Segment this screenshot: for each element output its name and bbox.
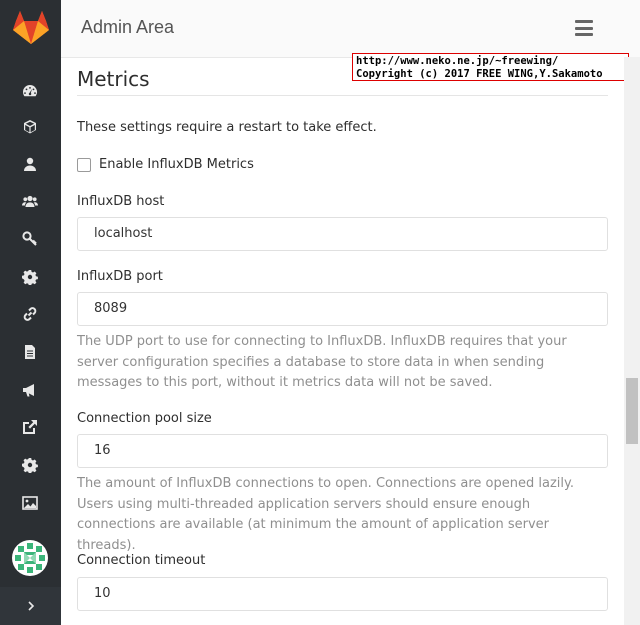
influxdb-port-input[interactable]: 8089 <box>77 292 608 326</box>
gitlab-logo[interactable] <box>0 0 61 56</box>
connection-pool-size-input[interactable]: 16 <box>77 434 608 468</box>
section-title: Metrics <box>77 67 150 91</box>
chevron-right-icon <box>27 601 34 611</box>
enable-influxdb-label[interactable]: Enable InfluxDB Metrics <box>99 157 254 172</box>
connection-timeout-label: Connection timeout <box>77 553 206 568</box>
groups-icon[interactable] <box>18 189 42 213</box>
gitlab-fox-icon <box>12 11 49 44</box>
avatar[interactable] <box>12 540 48 576</box>
settings-icon[interactable] <box>18 453 42 477</box>
external-link-icon[interactable] <box>18 415 42 439</box>
watermark-url: http://www.neko.ne.jp/~freewing/ <box>356 55 559 67</box>
hamburger-menu-button[interactable] <box>575 20 593 36</box>
connection-pool-size-help: The amount of InfluxDB connections to op… <box>77 476 574 553</box>
connection-pool-size-label: Connection pool size <box>77 411 212 426</box>
scrollbar-track[interactable] <box>624 57 640 625</box>
logs-icon[interactable] <box>18 340 42 364</box>
influxdb-host-input[interactable]: localhost <box>77 217 608 251</box>
influxdb-host-label: InfluxDB host <box>77 194 165 209</box>
projects-icon[interactable] <box>18 115 42 139</box>
collapse-sidebar-button[interactable] <box>0 587 61 625</box>
deploy-keys-icon[interactable] <box>18 227 42 251</box>
influxdb-port-label: InfluxDB port <box>77 269 163 284</box>
copyright-watermark: http://www.neko.ne.jp/~freewing/ Copyrig… <box>352 53 629 81</box>
enable-influxdb-checkbox[interactable] <box>77 157 91 172</box>
watermark-copyright: Copyright (c) 2017 FREE WING,Y.Sakamoto <box>356 68 603 80</box>
settings-cog-icon[interactable] <box>18 265 42 289</box>
top-header: Admin Area <box>61 0 640 58</box>
restart-note: These settings require a restart to take… <box>77 120 377 135</box>
sidebar <box>0 0 61 625</box>
scrollbar-thumb[interactable] <box>626 378 638 444</box>
section-divider <box>77 95 608 96</box>
hooks-icon[interactable] <box>18 302 42 326</box>
messages-icon[interactable] <box>18 378 42 402</box>
influxdb-port-help: The UDP port to use for connecting to In… <box>77 334 567 390</box>
enable-influxdb-row: Enable InfluxDB Metrics <box>77 157 254 172</box>
connection-timeout-input[interactable]: 10 <box>77 577 608 611</box>
appearance-icon[interactable] <box>18 491 42 515</box>
users-icon[interactable] <box>18 152 42 176</box>
page-title: Admin Area <box>81 17 175 37</box>
dashboard-icon[interactable] <box>18 79 42 103</box>
